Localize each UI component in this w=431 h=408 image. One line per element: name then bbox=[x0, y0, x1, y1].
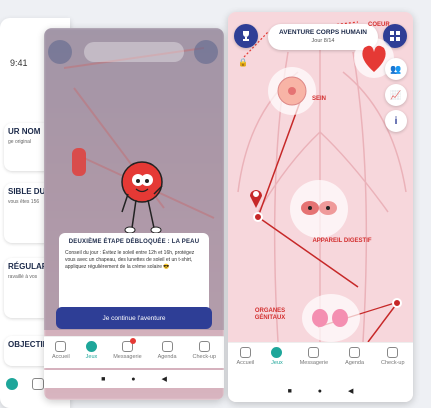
mascot-icon bbox=[121, 161, 163, 234]
system-bar: ■ ● ◀ bbox=[44, 370, 224, 388]
nav-jeux[interactable]: Jeux bbox=[85, 341, 97, 360]
header-pill bbox=[84, 42, 184, 62]
heart-icon bbox=[387, 347, 399, 358]
adventure-title: AVENTURE CORPS HUMAIN bbox=[279, 29, 367, 36]
trophy-icon[interactable] bbox=[48, 40, 72, 64]
bottom-nav: Accueil Jeux Messagerie Agenda Check-up bbox=[44, 336, 224, 368]
home-button[interactable]: ● bbox=[131, 376, 135, 383]
back-button[interactable]: ◀ bbox=[348, 387, 353, 395]
nav-checkup[interactable]: Check-up bbox=[192, 341, 216, 360]
digestive-icon bbox=[301, 201, 337, 215]
jeux-nav-icon[interactable] bbox=[6, 378, 18, 390]
popup-text: Conseil du jour : Évitez le soleil entre… bbox=[65, 250, 195, 270]
nav-accueil[interactable]: Accueil bbox=[236, 347, 254, 366]
nav-accueil[interactable]: Accueil bbox=[52, 341, 70, 360]
status-time: 9:41 bbox=[10, 58, 28, 68]
path-node[interactable] bbox=[253, 212, 263, 222]
back-button[interactable]: ◀ bbox=[162, 375, 167, 383]
home-button[interactable]: ● bbox=[318, 388, 322, 395]
home-icon bbox=[239, 347, 251, 358]
blood-drop-icon bbox=[72, 148, 86, 176]
genital-icon bbox=[312, 309, 348, 327]
info-button[interactable]: i bbox=[385, 110, 407, 132]
nav-messagerie[interactable]: Messagerie bbox=[113, 338, 142, 360]
continue-button[interactable]: Je continue l'aventure bbox=[56, 307, 212, 329]
middle-phone: DEUXIÈME ÉTAPE DÉBLOQUÉE : LA PEAU Conse… bbox=[44, 28, 224, 400]
breast-organ[interactable] bbox=[268, 67, 316, 115]
nav-agenda[interactable]: Agenda bbox=[158, 341, 177, 360]
nav-jeux[interactable]: Jeux bbox=[271, 347, 283, 366]
lock-icon: 🔒 bbox=[238, 58, 248, 67]
popup-title: DEUXIÈME ÉTAPE DÉBLOQUÉE : LA PEAU bbox=[68, 239, 200, 245]
users-icon: 👥 bbox=[390, 63, 402, 74]
location-pin-icon bbox=[250, 190, 262, 208]
heart-icon bbox=[198, 341, 210, 352]
notification-badge bbox=[129, 338, 136, 344]
path-node[interactable] bbox=[392, 298, 402, 308]
game-icon bbox=[85, 341, 97, 352]
trophy-button[interactable] bbox=[234, 24, 258, 48]
sein-label: SEIN bbox=[312, 96, 327, 102]
nav-agenda[interactable]: Agenda bbox=[345, 347, 364, 366]
genital-organ[interactable] bbox=[302, 294, 360, 342]
messagerie-nav-icon[interactable] bbox=[32, 378, 44, 390]
menu-icon[interactable] bbox=[194, 40, 218, 64]
right-phone: AVENTURE CORPS HUMAIN Jour 8/14 COEUR 👥 … bbox=[228, 12, 413, 402]
users-button[interactable]: 👥 bbox=[385, 58, 407, 80]
calendar-icon bbox=[349, 347, 361, 358]
digestive-organ[interactable] bbox=[290, 180, 348, 238]
bottom-nav: Accueil Jeux Messagerie Agenda Check-up bbox=[228, 342, 413, 380]
recents-button[interactable]: ■ bbox=[288, 388, 292, 395]
trophy-icon bbox=[243, 31, 249, 41]
nav-checkup[interactable]: Check-up bbox=[381, 347, 405, 366]
recents-button[interactable]: ■ bbox=[101, 376, 105, 383]
chart-icon: 📈 bbox=[390, 89, 402, 100]
message-icon bbox=[308, 347, 320, 358]
nav-messagerie[interactable]: Messagerie bbox=[300, 347, 328, 366]
calendar-icon bbox=[161, 341, 173, 352]
info-icon: i bbox=[394, 115, 398, 127]
breast-icon bbox=[277, 76, 307, 106]
coeur-label: COEUR bbox=[368, 22, 390, 28]
home-icon bbox=[55, 341, 67, 352]
stats-button[interactable]: 📈 bbox=[385, 84, 407, 106]
game-icon bbox=[271, 347, 283, 358]
system-bar: ■ ● ◀ bbox=[228, 380, 413, 402]
genitaux-label: ORGANES GÉNITAUX bbox=[254, 308, 286, 321]
digestif-label: APPAREIL DIGESTIF bbox=[312, 238, 372, 244]
